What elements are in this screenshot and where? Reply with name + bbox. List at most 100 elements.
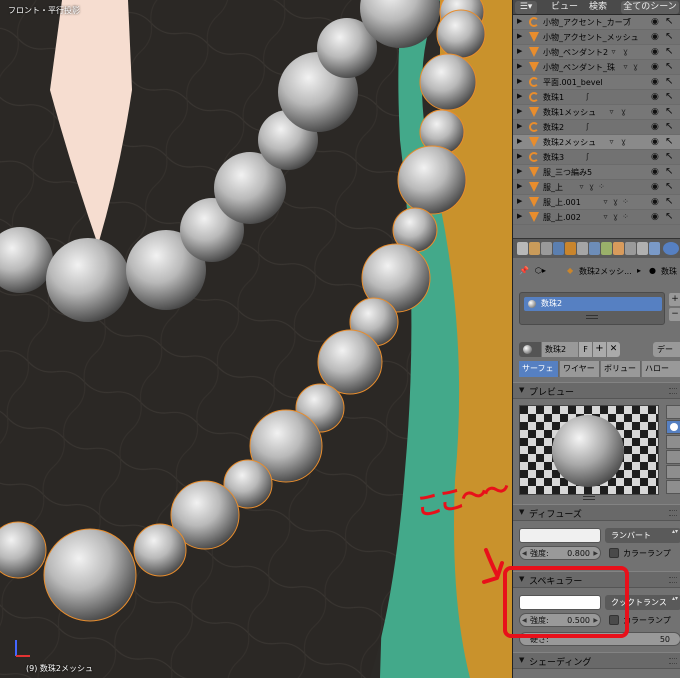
specular-panel-header[interactable]: ▼ スペキュラー bbox=[513, 571, 680, 588]
preview-flat-button[interactable] bbox=[666, 405, 680, 419]
specular-hardness-field[interactable]: 硬さ: 50 bbox=[519, 632, 680, 646]
eye-icon[interactable]: ◉ bbox=[651, 62, 661, 72]
outliner-row[interactable]: ▶ 数珠2 ʃ ◉ ↖ bbox=[513, 120, 680, 135]
outliner-row-name[interactable]: 数珠1 bbox=[543, 91, 564, 104]
render-layers-tab-icon[interactable] bbox=[529, 242, 540, 255]
specular-intensity-field[interactable]: ◀ 強度: 0.500 ▶ bbox=[519, 613, 601, 627]
outliner-row-name[interactable]: 数珠1メッシュ bbox=[543, 106, 596, 119]
expand-icon[interactable]: ▶ bbox=[517, 197, 522, 205]
outliner-row[interactable]: ▶ 服_上.001 ▿ ɣ ⁘ ◉ ↖ bbox=[513, 195, 680, 210]
unlink-material-button[interactable]: ✕ bbox=[607, 342, 620, 357]
texture-tab-icon[interactable] bbox=[625, 242, 636, 255]
diffuse-panel-header[interactable]: ▼ ディフューズ bbox=[513, 504, 680, 521]
cursor-icon[interactable]: ↖ bbox=[665, 166, 675, 177]
outliner-row-name[interactable]: 服_三つ編み5 bbox=[543, 166, 592, 179]
eye-icon[interactable]: ◉ bbox=[651, 92, 661, 102]
outliner-row[interactable]: ▶ 服_上 ▿ ɣ ⁘ ◉ ↖ bbox=[513, 180, 680, 195]
diffuse-intensity-field[interactable]: ◀ 強度: 0.800 ▶ bbox=[519, 546, 601, 560]
tab-surface[interactable]: サーフェ bbox=[519, 361, 559, 377]
cursor-icon[interactable]: ↖ bbox=[665, 121, 675, 132]
list-resize-handle[interactable] bbox=[586, 315, 598, 319]
expand-icon[interactable]: ▶ bbox=[517, 32, 522, 40]
specular-shader-select[interactable]: クックトランス bbox=[605, 595, 680, 610]
outliner-row[interactable]: ▶ 小物_ペンダント2 ▿ ɣ ◉ ↖ bbox=[513, 45, 680, 60]
render-tab-icon[interactable] bbox=[517, 242, 528, 255]
outliner-row-name[interactable]: 数珠3 bbox=[543, 151, 564, 164]
expand-icon[interactable]: ▶ bbox=[517, 47, 522, 55]
eye-icon[interactable]: ◉ bbox=[651, 122, 661, 132]
outliner-row-name[interactable]: 小物_ペンダント_珠 bbox=[543, 61, 615, 74]
preview-hair-button[interactable] bbox=[666, 465, 680, 479]
preview-resize-handle[interactable] bbox=[583, 496, 595, 500]
world-tab-icon[interactable] bbox=[553, 242, 564, 255]
material-slot-item[interactable]: 数珠2 bbox=[524, 297, 662, 311]
outliner-row-name[interactable]: 数珠2メッシュ bbox=[543, 136, 596, 149]
menu-view[interactable]: ビュー bbox=[551, 0, 578, 15]
tab-halo[interactable]: ハロー bbox=[642, 361, 680, 377]
preview-world-button[interactable] bbox=[666, 480, 680, 494]
decrement-arrow-icon[interactable]: ◀ bbox=[522, 547, 527, 560]
editor-type-button[interactable]: ☰▾ bbox=[515, 1, 537, 14]
eye-icon[interactable]: ◉ bbox=[651, 17, 661, 27]
eye-icon[interactable]: ◉ bbox=[651, 212, 661, 222]
drag-grip-icon[interactable] bbox=[669, 388, 677, 394]
eye-icon[interactable]: ◉ bbox=[651, 152, 661, 162]
cursor-icon[interactable]: ↖ bbox=[665, 136, 675, 147]
expand-icon[interactable]: ▶ bbox=[517, 122, 522, 130]
cursor-icon[interactable]: ↖ bbox=[665, 181, 675, 192]
outliner-row[interactable]: ▶ 数珠1 ʃ ◉ ↖ bbox=[513, 90, 680, 105]
eye-icon[interactable]: ◉ bbox=[651, 182, 661, 192]
fake-user-button[interactable]: F bbox=[579, 342, 592, 357]
cursor-icon[interactable]: ↖ bbox=[665, 46, 675, 57]
eye-icon[interactable]: ◉ bbox=[651, 197, 661, 207]
shading-panel-header[interactable]: ▼ シェーディング bbox=[513, 652, 680, 669]
material-name-field[interactable]: 数珠2 bbox=[542, 342, 578, 357]
cursor-icon[interactable]: ↖ bbox=[665, 151, 675, 162]
outliner-row[interactable]: ▶ 服_上.002 ▿ ɣ ⁘ ◉ ↖ bbox=[513, 210, 680, 225]
expand-icon[interactable]: ▶ bbox=[517, 92, 522, 100]
expand-icon[interactable]: ▶ bbox=[517, 212, 522, 220]
eye-icon[interactable]: ◉ bbox=[651, 32, 661, 42]
outliner-row[interactable]: ▶ 小物_アクセント_カーブ ʃ ◉ ↖ bbox=[513, 15, 680, 30]
remove-slot-button[interactable]: − bbox=[669, 308, 680, 321]
increment-arrow-icon[interactable]: ▶ bbox=[593, 614, 598, 627]
outliner-row[interactable]: ▶ 平面.001_bevel ◉ ↖ bbox=[513, 75, 680, 90]
cursor-icon[interactable]: ↖ bbox=[665, 91, 675, 102]
outliner-row-selected[interactable]: ▶ 数珠2メッシュ ▿ ɣ ◉ ↖ bbox=[513, 135, 680, 150]
browse-material-button[interactable] bbox=[519, 342, 541, 357]
outliner-row-name[interactable]: 小物_アクセント_メッシュ bbox=[543, 31, 639, 44]
material-tab-icon[interactable] bbox=[613, 242, 624, 255]
expand-icon[interactable]: ▶ bbox=[517, 182, 522, 190]
outliner-row-name[interactable]: 服_上.001 bbox=[543, 196, 581, 209]
outliner-row-name[interactable]: 服_上.002 bbox=[543, 211, 581, 224]
cursor-icon[interactable]: ↖ bbox=[665, 106, 675, 117]
scene-select[interactable]: 全てのシーン bbox=[621, 1, 679, 14]
preview-cube-button[interactable] bbox=[666, 435, 680, 449]
constraints-tab-icon[interactable] bbox=[577, 242, 588, 255]
menu-search[interactable]: 検索 bbox=[589, 0, 607, 15]
outliner-row[interactable]: ▶ 服_三つ編み5 ◉ ↖ bbox=[513, 165, 680, 180]
diffuse-color-swatch[interactable] bbox=[519, 528, 601, 543]
diffuse-ramp-checkbox[interactable] bbox=[609, 548, 619, 558]
outliner-row-name[interactable]: 数珠2 bbox=[543, 121, 564, 134]
eye-icon[interactable]: ◉ bbox=[651, 167, 661, 177]
pin-icon[interactable]: 📌 bbox=[519, 266, 529, 275]
outliner-row[interactable]: ▶ 小物_アクセント_メッシュ ◉ ↖ bbox=[513, 30, 680, 45]
physics-tab-icon[interactable] bbox=[649, 242, 660, 255]
outliner-row-name[interactable]: 小物_ペンダント2 bbox=[543, 46, 608, 59]
cursor-icon[interactable]: ↖ bbox=[665, 76, 675, 87]
decrement-arrow-icon[interactable]: ◀ bbox=[522, 614, 527, 627]
3d-viewport[interactable]: フロント・平行投影 (9) 数珠2メッシュ bbox=[0, 0, 512, 678]
eye-icon[interactable]: ◉ bbox=[651, 107, 661, 117]
outliner-row-name[interactable]: 平面.001_bevel bbox=[543, 76, 603, 89]
particles-tab-icon[interactable] bbox=[637, 242, 648, 255]
specular-ramp-checkbox[interactable] bbox=[609, 615, 619, 625]
expand-icon[interactable]: ▶ bbox=[517, 77, 522, 85]
drag-grip-icon[interactable] bbox=[669, 577, 677, 583]
expand-icon[interactable]: ▶ bbox=[517, 17, 522, 25]
material-tab-active-icon[interactable] bbox=[663, 242, 679, 255]
drag-grip-icon[interactable] bbox=[669, 510, 677, 516]
preview-panel-header[interactable]: ▼ プレビュー bbox=[513, 382, 680, 399]
expand-icon[interactable]: ▶ bbox=[517, 167, 522, 175]
outliner-row-name[interactable]: 小物_アクセント_カーブ bbox=[543, 16, 630, 29]
